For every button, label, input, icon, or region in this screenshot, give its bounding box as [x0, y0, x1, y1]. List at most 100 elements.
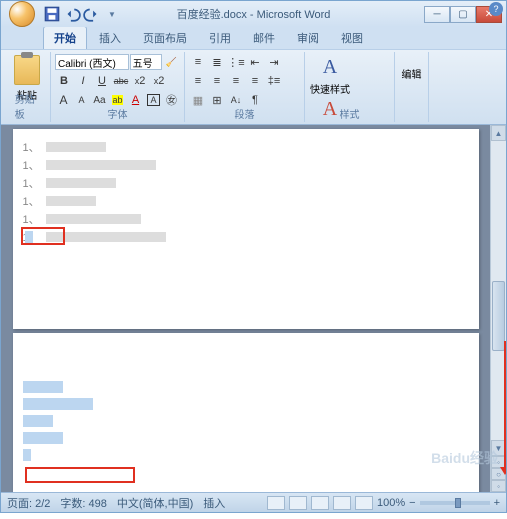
scroll-up-icon[interactable]: ▲	[491, 125, 506, 141]
status-page[interactable]: 页面: 2/2	[7, 495, 50, 511]
word-window: ▼ 百度经验.docx - Microsoft Word ─ ▢ ✕ 开始 插入…	[0, 0, 507, 513]
clipboard-group-label: 剪贴板	[15, 91, 39, 121]
ribbon-tabs: 开始 插入 页面布局 引用 邮件 审阅 视图 ?	[1, 27, 506, 49]
next-page-icon[interactable]: ◦	[491, 480, 506, 492]
save-icon[interactable]	[43, 5, 61, 23]
maximize-button[interactable]: ▢	[450, 6, 476, 23]
help-icon[interactable]: ?	[489, 2, 503, 16]
tab-insert[interactable]: 插入	[89, 27, 131, 49]
zoom-level[interactable]: 100%	[377, 497, 405, 509]
redo-icon[interactable]	[83, 5, 101, 23]
change-case-icon[interactable]: Aa	[91, 91, 108, 109]
annotation-arrow	[504, 341, 506, 471]
group-editing: 编辑	[395, 52, 429, 122]
bullets-icon[interactable]: ≡	[189, 53, 207, 71]
borders-icon[interactable]: ⊞	[208, 91, 226, 109]
zoom-slider[interactable]	[420, 501, 490, 505]
tab-review[interactable]: 审阅	[287, 27, 329, 49]
zoom-in-icon[interactable]: +	[494, 497, 500, 509]
paragraph-group-label: 段落	[235, 106, 255, 121]
selected-line	[23, 381, 469, 396]
paragraph-mark	[25, 231, 33, 246]
numbering-icon[interactable]: ≣	[208, 53, 226, 71]
selected-line	[23, 398, 469, 413]
group-font: Calibri (西文) 五号 🧹 B I U abc x2 x2 A A Aa…	[51, 52, 185, 122]
undo-icon[interactable]	[63, 5, 81, 23]
quick-styles-icon: A	[323, 56, 337, 79]
justify-icon[interactable]: ≡	[246, 72, 264, 90]
window-title: 百度经验.docx - Microsoft Word	[177, 6, 331, 22]
annotation-arrowhead	[500, 467, 506, 475]
shrink-font-icon[interactable]: A	[73, 91, 90, 109]
status-mode[interactable]: 插入	[203, 495, 225, 511]
tab-view[interactable]: 视图	[331, 27, 373, 49]
tab-mailings[interactable]: 邮件	[243, 27, 285, 49]
align-right-icon[interactable]: ≡	[227, 72, 245, 90]
italic-button[interactable]: I	[74, 72, 92, 90]
clear-format-icon[interactable]: 🧹	[163, 53, 180, 71]
titlebar: ▼ 百度经验.docx - Microsoft Word ─ ▢ ✕	[1, 1, 506, 27]
list-item: 1、	[23, 229, 469, 245]
multilevel-icon[interactable]: ⋮≡	[227, 53, 245, 71]
group-clipboard: 粘贴 剪贴板	[3, 52, 51, 122]
align-left-icon[interactable]: ≡	[189, 72, 207, 90]
zoom-out-icon[interactable]: −	[409, 497, 415, 509]
list-item: 1、	[23, 211, 469, 227]
circle-char-icon[interactable]: ㊛	[163, 91, 180, 109]
line-spacing-icon[interactable]: ‡≡	[265, 72, 283, 90]
indent-left-icon[interactable]: ⇤	[246, 53, 264, 71]
office-button[interactable]	[5, 1, 39, 27]
list-item: 1、	[23, 157, 469, 173]
minimize-button[interactable]: ─	[424, 6, 450, 23]
view-fullscreen-icon[interactable]	[289, 496, 307, 510]
tab-layout[interactable]: 页面布局	[133, 27, 197, 49]
subscript-button[interactable]: x2	[131, 72, 149, 90]
page-2[interactable]	[13, 333, 479, 492]
font-name-combo[interactable]: Calibri (西文)	[55, 54, 129, 70]
tab-home[interactable]: 开始	[43, 26, 87, 49]
selected-line	[23, 432, 469, 447]
statusbar: 页面: 2/2 字数: 498 中文(简体,中国) 插入 100% − +	[1, 492, 506, 512]
quick-access-toolbar: ▼	[43, 5, 121, 23]
view-draft-icon[interactable]	[355, 496, 373, 510]
underline-button[interactable]: U	[93, 72, 111, 90]
editing-label[interactable]: 编辑	[402, 66, 422, 81]
selected-line	[23, 415, 469, 430]
bold-button[interactable]: B	[55, 72, 73, 90]
quick-styles-button[interactable]: A 快速样式	[309, 56, 351, 96]
status-language[interactable]: 中文(简体,中国)	[117, 495, 193, 511]
vertical-scrollbar[interactable]: ▲ ▼ ◦ ○ ◦	[490, 125, 506, 492]
change-styles-icon: A	[323, 98, 337, 121]
status-words[interactable]: 字数: 498	[60, 495, 106, 511]
list-item: 1、	[23, 139, 469, 155]
align-center-icon[interactable]: ≡	[208, 72, 226, 90]
font-size-combo[interactable]: 五号	[130, 54, 162, 70]
view-outline-icon[interactable]	[333, 496, 351, 510]
qat-dropdown-icon[interactable]: ▼	[103, 5, 121, 23]
page-1[interactable]: 1、 1、 1、 1、 1、 1、	[13, 129, 479, 329]
group-paragraph: ≡ ≣ ⋮≡ ⇤ ⇥ ≡ ≡ ≡ ≡ ‡≡ ▦ ⊞ A↓ ¶ 段落	[185, 52, 305, 122]
view-web-icon[interactable]	[311, 496, 329, 510]
highlight-box-2	[25, 467, 135, 483]
char-border-icon[interactable]: A	[145, 91, 162, 109]
list-item: 1、	[23, 175, 469, 191]
superscript-button[interactable]: x2	[150, 72, 168, 90]
strike-button[interactable]: abc	[112, 72, 130, 90]
group-styles: A 快速样式 A 更改样式 样式	[305, 52, 395, 122]
indent-right-icon[interactable]: ⇥	[265, 53, 283, 71]
font-color-icon[interactable]: A	[127, 91, 144, 109]
font-group-label: 字体	[108, 106, 128, 121]
ribbon: 粘贴 剪贴板 Calibri (西文) 五号 🧹 B I U abc x2 x2…	[1, 49, 506, 125]
grow-font-icon[interactable]: A	[55, 91, 72, 109]
tab-references[interactable]: 引用	[199, 27, 241, 49]
shading-icon[interactable]: ▦	[189, 91, 207, 109]
styles-group-label: 样式	[340, 106, 360, 121]
paste-icon[interactable]	[14, 55, 40, 85]
list-item: 1、	[23, 193, 469, 209]
selected-line	[23, 449, 469, 464]
view-print-icon[interactable]	[267, 496, 285, 510]
document-area: 1、 1、 1、 1、 1、 1、 ▲	[1, 125, 506, 492]
zoom-thumb[interactable]	[455, 498, 461, 508]
document-scroll[interactable]: 1、 1、 1、 1、 1、 1、	[1, 125, 490, 492]
scroll-track[interactable]	[491, 141, 506, 440]
